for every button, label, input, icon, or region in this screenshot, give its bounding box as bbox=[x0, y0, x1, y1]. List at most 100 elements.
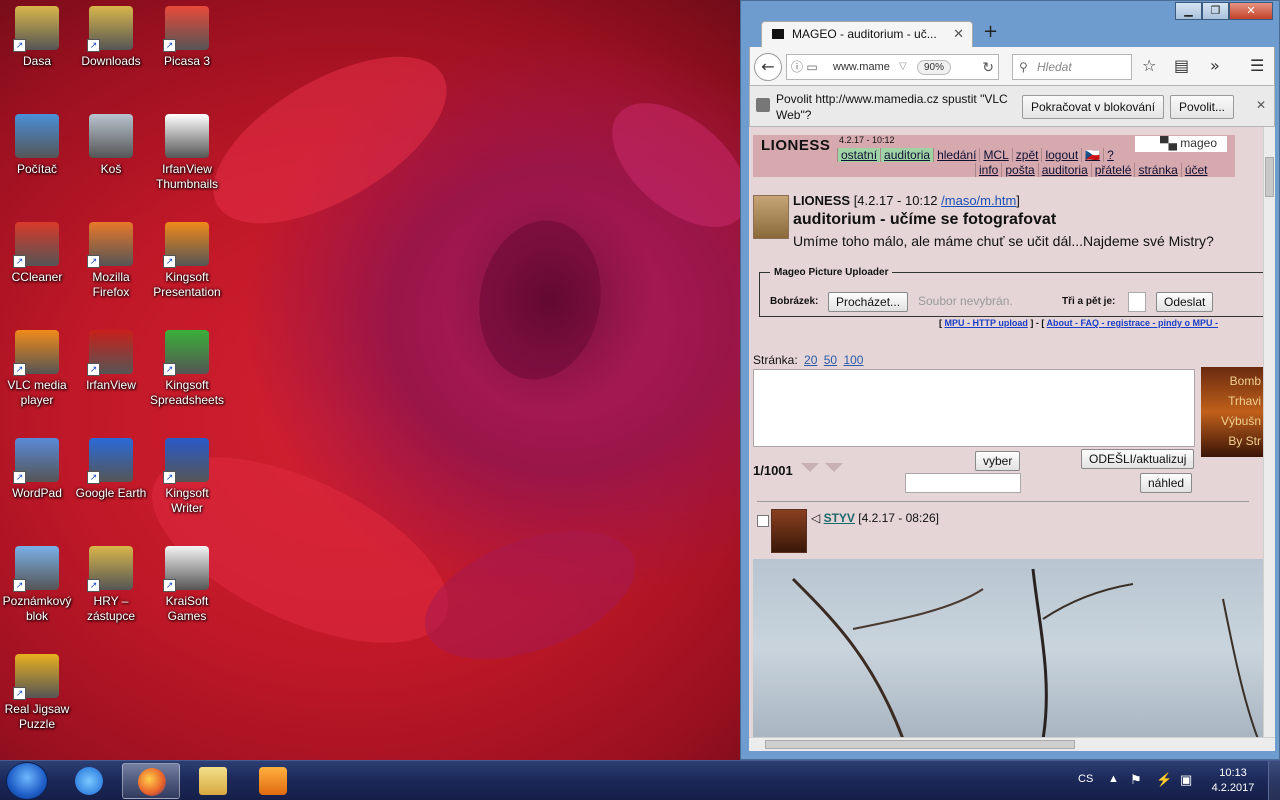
menu-link[interactable]: pošta bbox=[1001, 163, 1037, 177]
bookmark-star-icon[interactable]: ☆ bbox=[1142, 56, 1156, 75]
posted-photo[interactable] bbox=[753, 559, 1263, 737]
language-indicator[interactable]: CS bbox=[1078, 773, 1093, 785]
overflow-chevron-icon[interactable]: » bbox=[1210, 56, 1220, 75]
page-size-20[interactable]: 20 bbox=[804, 353, 817, 367]
styv-avatar[interactable] bbox=[771, 509, 807, 553]
desktop-icon[interactable]: ↗ Downloads bbox=[74, 6, 148, 69]
action-center-flag-icon[interactable]: ⚑ bbox=[1130, 772, 1142, 788]
url-bar[interactable]: ⓘ ▭ www.mame ▽ 90% ↻ bbox=[786, 54, 999, 80]
desktop-icon[interactable]: ↗ HRY – zástupce bbox=[74, 546, 148, 624]
desktop-icon[interactable]: ↗ Real Jigsaw Puzzle bbox=[0, 654, 74, 732]
desktop-icon[interactable]: ↗ Poznámkový blok bbox=[0, 546, 74, 624]
branch-shape bbox=[852, 588, 984, 630]
desktop-icon[interactable]: ↗ Mozilla Firefox bbox=[74, 222, 148, 300]
plugin-icon bbox=[756, 98, 770, 112]
menu-link[interactable]: 🇨🇿 bbox=[1081, 148, 1103, 162]
mpu-upload-link[interactable]: MPU - HTTP upload bbox=[945, 318, 1028, 328]
menu-link[interactable]: stránka bbox=[1134, 163, 1180, 177]
desktop-icon[interactable]: ↗ Google Earth bbox=[74, 438, 148, 501]
browse-button[interactable]: Procházet... bbox=[828, 292, 909, 312]
menu-hamburger-icon[interactable]: ☰ bbox=[1250, 56, 1264, 75]
firefox-icon bbox=[138, 768, 166, 796]
close-tab-icon[interactable]: ✕ bbox=[953, 22, 964, 46]
desktop-icon[interactable]: Počítač bbox=[0, 114, 74, 177]
comment-author[interactable]: STYV bbox=[824, 511, 855, 525]
reply-arrow-icon[interactable]: ◁ bbox=[811, 511, 820, 525]
desktop-icon[interactable]: ↗ Kingsoft Presentation bbox=[150, 222, 224, 300]
send-refresh-button[interactable]: ODEŠLI/aktualizuj bbox=[1081, 449, 1195, 469]
prev-arrow-icon[interactable] bbox=[801, 463, 819, 472]
menu-link[interactable]: hledání bbox=[933, 148, 979, 162]
menu-link[interactable]: přátelé bbox=[1090, 163, 1135, 177]
menu-link[interactable]: MCL bbox=[979, 148, 1011, 162]
desktop-icon[interactable]: ↗ KraiSoft Games bbox=[150, 546, 224, 624]
horizontal-scroll-thumb[interactable] bbox=[765, 740, 1075, 749]
search-input[interactable]: ⚲ Hledat bbox=[1012, 54, 1132, 80]
desktop-icon[interactable]: ↗ VLC media player bbox=[0, 330, 74, 408]
menu-link[interactable]: auditoria bbox=[1037, 163, 1091, 177]
desktop-icon[interactable]: ↗ CCleaner bbox=[0, 222, 74, 285]
desktop-icon[interactable]: ↗ Kingsoft Writer bbox=[150, 438, 224, 516]
network-icon[interactable]: ▣ bbox=[1180, 772, 1192, 788]
vertical-scrollbar[interactable] bbox=[1263, 127, 1275, 737]
lioness-avatar[interactable] bbox=[753, 195, 789, 239]
url-dropdown-icon[interactable]: ▽ bbox=[899, 55, 907, 79]
reading-list-icon[interactable]: ▤ bbox=[1174, 56, 1189, 75]
horizontal-scrollbar[interactable] bbox=[749, 737, 1275, 751]
taskbar-explorer[interactable] bbox=[184, 763, 242, 799]
post-link[interactable]: /maso/m.htm bbox=[941, 193, 1016, 208]
menu-link[interactable]: zpět bbox=[1011, 148, 1042, 162]
taskbar-firefox[interactable] bbox=[122, 763, 180, 799]
desktop-icon[interactable]: ↗ Picasa 3 bbox=[150, 6, 224, 69]
menu-link[interactable]: ? bbox=[1103, 148, 1117, 162]
comment-checkbox[interactable] bbox=[757, 515, 769, 527]
new-tab-button[interactable]: + bbox=[983, 21, 998, 42]
message-textarea[interactable] bbox=[753, 369, 1195, 447]
menu-link[interactable]: ostatní bbox=[837, 148, 881, 162]
select-button[interactable]: vyber bbox=[975, 451, 1021, 471]
preview-button[interactable]: náhled bbox=[1140, 473, 1193, 493]
show-desktop-button[interactable] bbox=[1268, 761, 1280, 800]
close-notification-icon[interactable]: ✕ bbox=[1256, 98, 1266, 112]
taskbar-media-player[interactable] bbox=[244, 763, 302, 799]
shortcut-arrow-icon: ↗ bbox=[13, 39, 26, 52]
minimize-button[interactable]: ▁ bbox=[1175, 2, 1202, 20]
taskbar-internet-explorer[interactable] bbox=[60, 763, 118, 799]
page-size-50[interactable]: 50 bbox=[824, 353, 837, 367]
captcha-input[interactable] bbox=[1128, 292, 1146, 312]
page-size-100[interactable]: 100 bbox=[843, 353, 863, 367]
menu-link[interactable]: info bbox=[975, 163, 1001, 177]
desktop-icon[interactable]: IrfanView Thumbnails bbox=[150, 114, 224, 192]
start-button[interactable] bbox=[6, 762, 48, 800]
mpu-separator: ] - [ bbox=[1027, 318, 1047, 328]
show-hidden-icons[interactable]: ▲ bbox=[1108, 773, 1119, 785]
url-text: www.mame bbox=[833, 61, 890, 73]
desktop-icon[interactable]: Koš bbox=[74, 114, 148, 177]
next-arrow-icon[interactable] bbox=[825, 463, 843, 472]
wallpaper-petal bbox=[407, 505, 653, 685]
recipient-input[interactable] bbox=[905, 473, 1021, 493]
desktop-icon[interactable]: ↗ Kingsoft Spreadsheets bbox=[150, 330, 224, 408]
tab-mageo[interactable]: MAGEO - auditorium - uč... ✕ bbox=[761, 21, 973, 47]
maximize-button[interactable]: ❐ bbox=[1202, 2, 1229, 20]
vertical-scroll-thumb[interactable] bbox=[1265, 157, 1274, 197]
close-window-button[interactable]: ✕ bbox=[1229, 2, 1273, 20]
desktop-icon[interactable]: ↗ IrfanView bbox=[74, 330, 148, 393]
power-plug-icon[interactable]: ⚡ bbox=[1156, 772, 1172, 788]
desktop-icon[interactable]: ↗ Dasa bbox=[0, 6, 74, 69]
site-info-icon[interactable]: ⓘ ▭ bbox=[791, 55, 818, 79]
ad-banner[interactable]: Bomb Trhavi Výbušn By Str bbox=[1201, 367, 1263, 457]
upload-submit-button[interactable]: Odeslat bbox=[1156, 292, 1214, 312]
back-button[interactable]: ← bbox=[754, 53, 782, 81]
mpu-about-link[interactable]: About - FAQ - registrace - pindy o MPU - bbox=[1047, 318, 1219, 328]
zoom-indicator[interactable]: 90% bbox=[917, 60, 952, 75]
wordpad-icon: ↗ bbox=[13, 438, 59, 484]
reload-icon[interactable]: ↻ bbox=[982, 55, 994, 79]
menu-link[interactable]: logout bbox=[1041, 148, 1081, 162]
menu-link[interactable]: účet bbox=[1180, 163, 1211, 177]
allow-plugin-button[interactable]: Povolit... bbox=[1170, 95, 1235, 119]
desktop-icon[interactable]: ↗ WordPad bbox=[0, 438, 74, 501]
continue-blocking-button[interactable]: Pokračovat v blokování bbox=[1022, 95, 1165, 119]
menu-link[interactable]: auditoria bbox=[880, 148, 934, 162]
clock[interactable]: 10:13 4.2.2017 bbox=[1208, 766, 1258, 796]
